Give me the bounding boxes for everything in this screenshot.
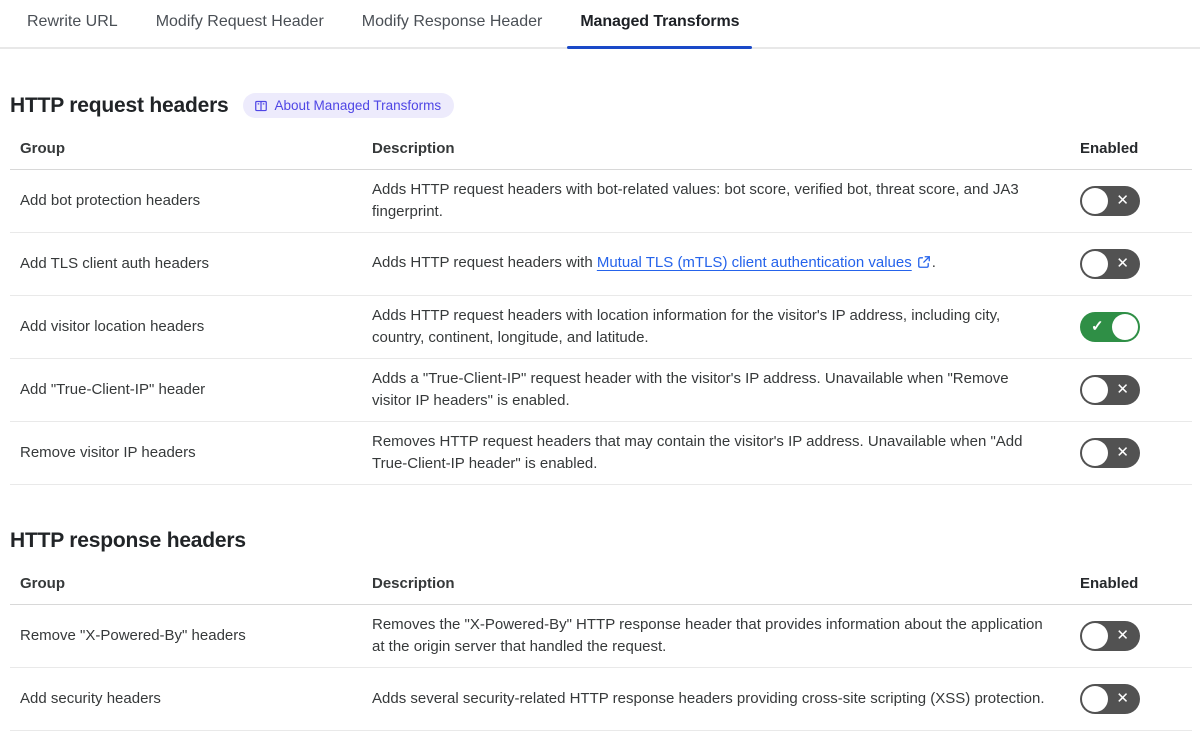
response-headers-table: Group Description Enabled Remove "X-Powe…: [10, 569, 1192, 731]
description-cell: Adds HTTP request headers with bot-relat…: [372, 181, 1019, 220]
external-link-icon: [917, 254, 931, 276]
toggle-remove-visitor-ip-headers[interactable]: [1080, 438, 1140, 468]
group-cell: Remove "X-Powered-By" headers: [20, 627, 246, 644]
tab-managed-transforms[interactable]: Managed Transforms: [567, 13, 753, 49]
request-headers-title: HTTP request headers: [10, 93, 229, 117]
enabled-cell: [1080, 312, 1192, 342]
request-headers-section-head: HTTP request headers About Managed Trans…: [10, 93, 1192, 118]
enabled-cell: [1080, 684, 1192, 714]
column-header-description: Description: [372, 575, 455, 592]
tab-modify-response-header[interactable]: Modify Response Header: [362, 13, 543, 47]
toggle-add-bot-protection-headers[interactable]: [1080, 186, 1140, 216]
description-cell: Removes HTTP request headers that may co…: [372, 433, 1023, 472]
enabled-cell: [1080, 438, 1192, 468]
column-header-group: Group: [20, 575, 65, 592]
book-icon: [254, 99, 268, 113]
table-row: Add "True-Client-IP" header Adds a "True…: [10, 359, 1192, 422]
request-table-header: Group Description Enabled: [10, 134, 1192, 170]
description-cell: Adds HTTP request headers with location …: [372, 307, 1001, 346]
enabled-cell: [1080, 621, 1192, 651]
toggle-add-true-client-ip-header[interactable]: [1080, 375, 1140, 405]
description-text: Adds HTTP request headers with: [372, 254, 597, 271]
group-cell: Add security headers: [20, 690, 161, 707]
table-row: Remove visitor IP headers Removes HTTP r…: [10, 422, 1192, 485]
enabled-cell: [1080, 375, 1192, 405]
tab-modify-request-header[interactable]: Modify Request Header: [156, 13, 324, 47]
table-row: Add bot protection headers Adds HTTP req…: [10, 170, 1192, 233]
table-row: Add visitor location headers Adds HTTP r…: [10, 296, 1192, 359]
toggle-remove-x-powered-by-headers[interactable]: [1080, 621, 1140, 651]
column-header-enabled: Enabled: [1080, 575, 1139, 592]
enabled-cell: [1080, 249, 1192, 279]
about-managed-transforms-badge[interactable]: About Managed Transforms: [242, 93, 455, 118]
toggle-add-security-headers[interactable]: [1080, 684, 1140, 714]
description-cell: Adds a "True-Client-IP" request header w…: [372, 370, 1009, 409]
column-header-group: Group: [20, 140, 65, 157]
table-row: Add security headers Adds several securi…: [10, 668, 1192, 731]
enabled-cell: [1080, 186, 1192, 216]
table-row: Remove "X-Powered-By" headers Removes th…: [10, 605, 1192, 668]
badge-label: About Managed Transforms: [274, 98, 442, 113]
description-cell: Removes the "X-Powered-By" HTTP response…: [372, 616, 1043, 655]
group-cell: Add visitor location headers: [20, 318, 205, 335]
mtls-authentication-values-link[interactable]: Mutual TLS (mTLS) client authentication …: [597, 254, 912, 271]
tab-bar: Rewrite URL Modify Request Header Modify…: [0, 0, 1200, 49]
description-text: .: [931, 254, 936, 271]
tab-rewrite-url[interactable]: Rewrite URL: [27, 13, 118, 47]
response-headers-section-head: HTTP response headers: [10, 529, 1192, 553]
group-cell: Add bot protection headers: [20, 192, 201, 209]
group-cell: Remove visitor IP headers: [20, 444, 196, 461]
group-cell: Add "True-Client-IP" header: [20, 381, 206, 398]
response-headers-title: HTTP response headers: [10, 529, 246, 552]
description-cell: Adds HTTP request headers with Mutual TL…: [372, 252, 1080, 276]
request-headers-table: Group Description Enabled Add bot protec…: [10, 134, 1192, 485]
column-header-description: Description: [372, 140, 455, 157]
column-header-enabled: Enabled: [1080, 140, 1139, 157]
toggle-add-visitor-location-headers[interactable]: [1080, 312, 1140, 342]
toggle-add-tls-client-auth-headers[interactable]: [1080, 249, 1140, 279]
page-content: HTTP request headers About Managed Trans…: [0, 93, 1200, 731]
response-table-header: Group Description Enabled: [10, 569, 1192, 605]
description-cell: Adds several security-related HTTP respo…: [372, 690, 1045, 707]
table-row: Add TLS client auth headers Adds HTTP re…: [10, 233, 1192, 296]
group-cell: Add TLS client auth headers: [20, 255, 210, 272]
